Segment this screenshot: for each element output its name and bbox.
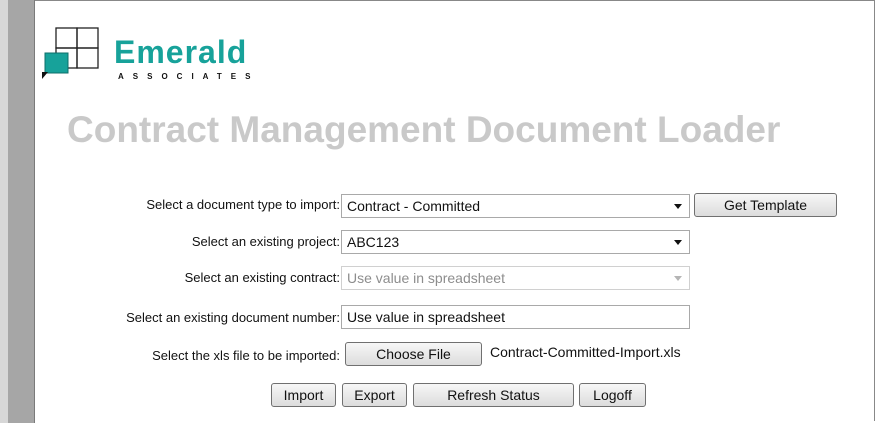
- project-label: Select an existing project:: [191, 234, 340, 249]
- logo-squares-icon: [42, 27, 99, 79]
- logo-brand-name: Emerald: [114, 34, 248, 70]
- emerald-logo: Emerald ASSOCIATES: [40, 22, 270, 84]
- import-button[interactable]: Import: [271, 383, 336, 407]
- document-type-select[interactable]: Contract - Committed: [341, 194, 690, 218]
- document-type-label: Select a document type to import:: [146, 197, 340, 212]
- contract-label: Select an existing contract:: [184, 270, 340, 285]
- choose-file-button[interactable]: Choose File: [345, 342, 482, 366]
- project-value: ABC123: [347, 234, 400, 250]
- document-number-label: Select an existing document number:: [126, 310, 340, 325]
- document-number-input[interactable]: Use value in spreadsheet: [341, 305, 690, 329]
- chevron-down-icon: [674, 240, 682, 245]
- contract-select[interactable]: Use value in spreadsheet: [341, 266, 690, 290]
- chevron-down-icon: [674, 276, 682, 281]
- file-label: Select the xls file to be imported:: [152, 348, 340, 363]
- chevron-down-icon: [674, 204, 682, 209]
- contract-value: Use value in spreadsheet: [347, 270, 505, 286]
- page-title: Contract Management Document Loader: [67, 109, 781, 150]
- left-sidebar-highlight: [0, 0, 8, 423]
- refresh-status-button[interactable]: Refresh Status: [413, 383, 574, 407]
- left-sidebar-bar: [0, 0, 35, 423]
- selected-file-name: Contract-Committed-Import.xls: [490, 344, 681, 360]
- document-type-value: Contract - Committed: [347, 198, 481, 214]
- project-select[interactable]: ABC123: [341, 230, 690, 254]
- logoff-button[interactable]: Logoff: [579, 383, 646, 407]
- logo-brand-sub: ASSOCIATES: [118, 72, 260, 81]
- export-button[interactable]: Export: [342, 383, 407, 407]
- get-template-button[interactable]: Get Template: [694, 193, 837, 217]
